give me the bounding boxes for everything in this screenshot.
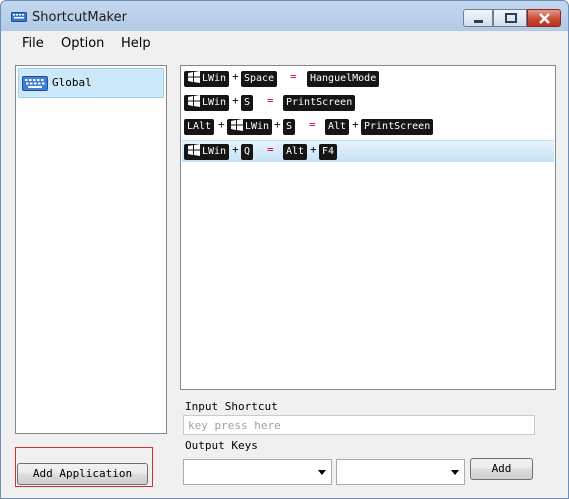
- windows-icon: [188, 95, 200, 107]
- key-chip: LWin: [184, 144, 230, 160]
- equals-sign: =: [267, 143, 274, 156]
- plus-sign: +: [232, 143, 239, 156]
- menu-option[interactable]: Option: [61, 36, 104, 51]
- equals-sign: =: [290, 70, 297, 83]
- client-area: Global LWin + Space = HanguelMode LWin +…: [1, 55, 568, 498]
- app-window: ShortcutMaker File Option Help Global LW…: [0, 0, 569, 499]
- shortcut-row-selected[interactable]: LWin + Q = Alt + F4: [182, 140, 554, 162]
- key-chip: S: [283, 119, 296, 135]
- close-button[interactable]: [527, 9, 561, 27]
- shortcut-row[interactable]: LWin + Space = HanguelMode: [182, 68, 554, 90]
- keyboard-icon: [22, 76, 48, 91]
- shortcut-row[interactable]: LAlt + LWin + S = Alt + PrintScreen: [182, 116, 554, 138]
- shortcut-list[interactable]: LWin + Space = HanguelMode LWin + S = Pr…: [180, 65, 556, 390]
- input-shortcut-field[interactable]: key press here: [183, 415, 535, 435]
- key-chip: Q: [241, 144, 254, 160]
- add-button[interactable]: Add: [470, 458, 533, 480]
- windows-icon: [231, 119, 243, 131]
- output-key-chip: HanguelMode: [307, 71, 380, 87]
- output-key-chip: Alt: [325, 119, 350, 135]
- keyboard-icon: [11, 12, 27, 22]
- plus-sign: +: [274, 118, 281, 131]
- key-chip: S: [241, 95, 254, 111]
- equals-sign: =: [267, 94, 274, 107]
- shortcut-row[interactable]: LWin + S = PrintScreen: [182, 92, 554, 114]
- key-chip: Space: [241, 71, 278, 87]
- input-shortcut-label: Input Shortcut: [185, 400, 278, 413]
- application-list[interactable]: Global: [15, 65, 167, 434]
- close-icon: [539, 13, 550, 24]
- menu-file[interactable]: File: [22, 36, 44, 51]
- plus-sign: +: [310, 143, 317, 156]
- plus-sign: +: [232, 70, 239, 83]
- output-key-select-1[interactable]: [183, 459, 332, 485]
- title-bar[interactable]: ShortcutMaker: [1, 1, 568, 32]
- key-chip: LWin: [227, 119, 273, 135]
- windows-icon: [188, 144, 200, 156]
- output-keys-label: Output Keys: [185, 439, 258, 452]
- maximize-icon: [505, 13, 517, 23]
- key-chip: LWin: [184, 95, 230, 111]
- application-item-global[interactable]: Global: [18, 68, 164, 98]
- plus-sign: +: [352, 118, 359, 131]
- dropdown-arrow-icon: [451, 470, 459, 475]
- key-chip: LAlt: [184, 119, 215, 135]
- output-key-chip: PrintScreen: [283, 95, 356, 111]
- application-label: Global: [52, 76, 92, 89]
- equals-sign: =: [309, 118, 316, 131]
- add-application-button[interactable]: Add Application: [17, 463, 148, 485]
- plus-sign: +: [218, 118, 225, 131]
- output-key-select-2[interactable]: [336, 459, 465, 485]
- minimize-button[interactable]: [463, 9, 493, 27]
- output-key-chip: F4: [319, 144, 338, 160]
- minimize-icon: [474, 20, 483, 23]
- windows-icon: [188, 71, 200, 83]
- menu-bar: File Option Help: [1, 32, 568, 55]
- window-title: ShortcutMaker: [32, 10, 127, 25]
- output-key-chip: PrintScreen: [361, 119, 434, 135]
- plus-sign: +: [232, 94, 239, 107]
- output-key-chip: Alt: [283, 144, 308, 160]
- dropdown-arrow-icon: [318, 470, 326, 475]
- key-chip: LWin: [184, 71, 230, 87]
- menu-help[interactable]: Help: [121, 36, 151, 51]
- maximize-button[interactable]: [493, 9, 527, 27]
